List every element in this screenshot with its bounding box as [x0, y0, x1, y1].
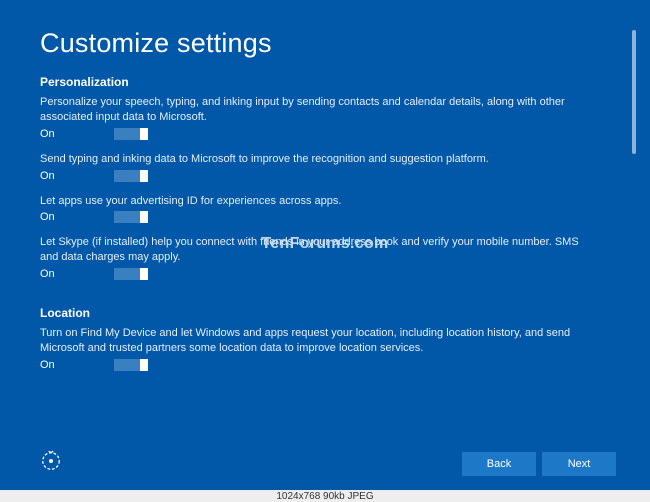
toggle-knob	[140, 268, 148, 280]
setting-find-my-device: Turn on Find My Device and let Windows a…	[40, 326, 632, 371]
ease-of-access-icon[interactable]	[40, 450, 62, 472]
toggle-row: On	[40, 170, 632, 182]
toggle-row: On	[40, 128, 632, 140]
back-button[interactable]: Back	[462, 452, 536, 476]
toggle-row: On	[40, 359, 632, 371]
settings-window: Customize settings Personalization Perso…	[0, 0, 650, 490]
toggle-knob	[140, 359, 148, 371]
toggle-state-label: On	[40, 128, 62, 140]
scrollbar-thumb[interactable]	[632, 30, 636, 154]
setting-desc: Personalize your speech, typing, and ink…	[40, 95, 580, 125]
toggle-switch[interactable]	[114, 211, 148, 223]
image-meta-bar: 1024x768 90kb JPEG	[0, 490, 650, 502]
toggle-switch[interactable]	[114, 128, 148, 140]
toggle-switch[interactable]	[114, 170, 148, 182]
location-section: Location Turn on Find My Device and let …	[40, 306, 632, 371]
toggle-knob	[140, 211, 148, 223]
toggle-switch[interactable]	[114, 359, 148, 371]
setting-desc: Send typing and inking data to Microsoft…	[40, 152, 580, 167]
toggle-knob	[140, 170, 148, 182]
toggle-knob	[140, 128, 148, 140]
setting-skype: Let Skype (if installed) help you connec…	[40, 235, 632, 280]
setting-send-typing: Send typing and inking data to Microsoft…	[40, 152, 632, 182]
setting-desc: Let Skype (if installed) help you connec…	[40, 235, 580, 265]
setting-advertising-id: Let apps use your advertising ID for exp…	[40, 194, 632, 224]
toggle-switch[interactable]	[114, 268, 148, 280]
toggle-row: On	[40, 268, 632, 280]
setting-speech-typing: Personalize your speech, typing, and ink…	[40, 95, 632, 140]
button-bar: Back Next	[462, 452, 616, 476]
setting-desc: Let apps use your advertising ID for exp…	[40, 194, 580, 209]
page-title: Customize settings	[40, 28, 632, 59]
toggle-state-label: On	[40, 170, 62, 182]
setting-desc: Turn on Find My Device and let Windows a…	[40, 326, 580, 356]
next-button[interactable]: Next	[542, 452, 616, 476]
personalization-section: Personalization Personalize your speech,…	[40, 75, 632, 280]
toggle-row: On	[40, 211, 632, 223]
toggle-state-label: On	[40, 268, 62, 280]
toggle-state-label: On	[40, 211, 62, 223]
toggle-state-label: On	[40, 359, 62, 371]
section-heading-location: Location	[40, 306, 632, 320]
section-heading-personalization: Personalization	[40, 75, 632, 89]
